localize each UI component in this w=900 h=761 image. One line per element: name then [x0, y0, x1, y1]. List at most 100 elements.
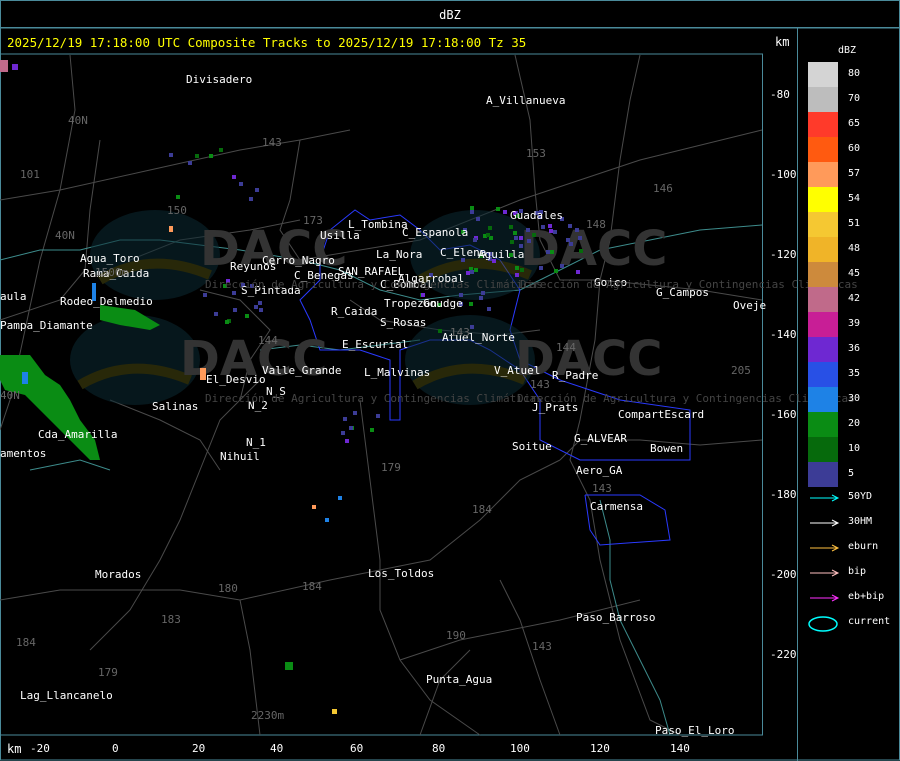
colorbar-swatch	[808, 62, 838, 87]
route-number: 205	[731, 364, 751, 377]
radar-speck	[470, 270, 474, 274]
current-marker-icon	[808, 616, 838, 632]
place-label: Aguilla	[478, 248, 525, 261]
watermark-subtitle: Dirección de Agricultura y Contingencias…	[205, 278, 543, 291]
place-label: Soitue	[512, 440, 552, 453]
radar-speck	[249, 197, 253, 201]
place-label: amentos	[0, 447, 47, 460]
radar-speck	[343, 417, 347, 421]
radar-speck	[203, 293, 207, 297]
route-number: 146	[653, 182, 673, 195]
colorbar-swatch	[808, 337, 838, 362]
radar-speck	[255, 188, 259, 192]
route-number: 143	[262, 136, 282, 149]
track-label: eburn	[848, 541, 879, 552]
place-label: Lag_Llancanelo	[20, 689, 113, 702]
colorbar-swatch	[808, 162, 838, 187]
radar-speck	[473, 238, 477, 242]
place-label: Rodeo_Delmedio	[60, 295, 153, 308]
x-axis-label: km	[7, 742, 22, 756]
colorbar-swatch	[808, 412, 838, 437]
radar-speck	[560, 264, 564, 268]
route-number: 40N	[68, 114, 88, 127]
y-tick-label: -160	[770, 408, 797, 421]
radar-speck	[541, 225, 545, 229]
radar-speck	[519, 236, 523, 240]
x-tick-label: -20	[30, 742, 50, 755]
radar-speck	[554, 269, 558, 273]
y-tick-label: -200	[770, 568, 797, 581]
radar-speck	[188, 161, 192, 165]
x-tick-label: 120	[590, 742, 610, 755]
radar-speck	[469, 302, 473, 306]
route-number: 184	[472, 503, 492, 516]
colorbar-swatch	[808, 362, 838, 387]
place-label: Los_Toldos	[368, 567, 435, 580]
place-label: N_1	[246, 436, 266, 449]
colorbar-swatch	[808, 262, 838, 287]
km-unit-label: km	[775, 35, 790, 49]
radar-speck	[496, 207, 500, 211]
route-number: 143	[532, 640, 552, 653]
colorbar-label: 60	[848, 143, 861, 154]
radar-speck	[513, 231, 517, 235]
colorbar-swatch	[808, 237, 838, 262]
radar-speck	[259, 308, 263, 312]
radar-speck	[487, 307, 491, 311]
place-label: Salinas	[152, 400, 199, 413]
radar-speck	[232, 175, 236, 179]
route-number: 144	[556, 341, 576, 354]
place-label: Pampa_Diamante	[0, 319, 93, 332]
route-number: 101	[20, 168, 40, 181]
route-number: 184	[302, 580, 322, 593]
route-number: 183	[161, 613, 181, 626]
y-tick-label: -100	[770, 168, 797, 181]
route-number: 40N	[0, 389, 20, 402]
radar-speck	[520, 268, 524, 272]
place-label: L_Malvinas	[364, 366, 431, 379]
colorbar-label: 65	[848, 118, 861, 129]
place-label: A_Villanueva	[486, 94, 566, 107]
watermark-subtitle: Dirección de Agricultura y Contingencias…	[517, 392, 855, 405]
legend-title: dBZ	[838, 45, 857, 56]
colorbar-label: 30	[848, 393, 861, 404]
radar-speck	[476, 217, 480, 221]
radar-speck	[479, 296, 483, 300]
watermark-subtitle: Dirección de Agricultura y Contingencias…	[205, 392, 543, 405]
colorbar-swatch	[808, 212, 838, 237]
radar-speck	[550, 250, 554, 254]
colorbar-label: 45	[848, 268, 861, 279]
colorbar-label: 39	[848, 318, 861, 329]
radar-speck	[539, 266, 543, 270]
radar-speck	[569, 242, 573, 246]
x-tick-label: 20	[192, 742, 206, 755]
track-label: 50YD	[848, 491, 873, 502]
route-number: 190	[446, 629, 466, 642]
place-label: C_Espanola	[402, 226, 469, 239]
radar-speck	[349, 426, 353, 430]
place-label: Goudge	[423, 297, 463, 310]
place-label: Usilla	[320, 229, 360, 242]
x-tick-label: 0	[112, 742, 119, 755]
colorbar-swatch	[808, 437, 838, 462]
y-tick-label: -140	[770, 328, 797, 341]
place-label: Paso_El_Loro	[655, 724, 735, 737]
radar-speck	[576, 270, 580, 274]
radar-speck	[568, 224, 572, 228]
radar-speck	[232, 291, 236, 295]
x-tick-label: 100	[510, 742, 530, 755]
route-number: 173	[303, 214, 323, 227]
radar-speck	[376, 414, 380, 418]
y-tick-label: -220	[770, 648, 797, 661]
radar-speck	[488, 226, 492, 230]
track-arrows	[810, 494, 840, 602]
route-number: 148	[586, 218, 606, 231]
place-label: Punta_Agua	[426, 673, 493, 686]
radar-speck	[575, 228, 579, 232]
place-label: SAN_RAFAEL	[338, 265, 405, 278]
radar-frame: DACC DACC DACC DACC	[0, 0, 900, 761]
place-label: aula	[0, 290, 27, 303]
place-label: Paso_Barroso	[576, 611, 656, 624]
colorbar-swatch	[808, 87, 838, 112]
colorbar-swatch	[808, 387, 838, 412]
